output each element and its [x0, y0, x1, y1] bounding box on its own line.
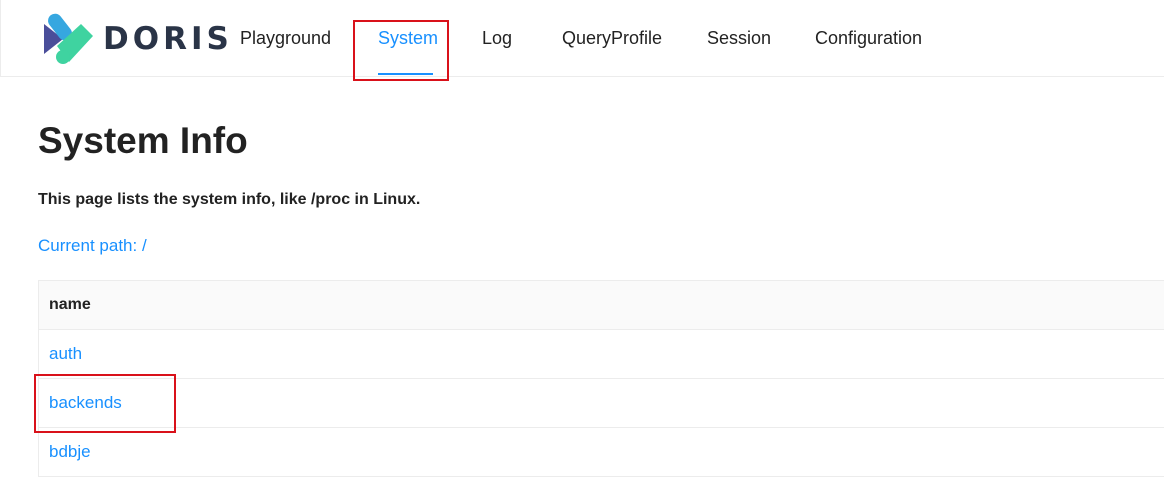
active-tab-indicator — [378, 73, 433, 75]
tab-queryprofile[interactable]: QueryProfile — [562, 28, 662, 49]
tab-system[interactable]: System — [378, 28, 438, 49]
page-description: This page lists the system info, like /p… — [38, 191, 421, 208]
tab-playground[interactable]: Playground — [240, 28, 331, 49]
tab-session[interactable]: Session — [707, 28, 771, 49]
doris-logo-icon — [44, 13, 93, 64]
current-path-link[interactable]: Current path: / — [38, 236, 147, 256]
tab-log[interactable]: Log — [482, 28, 512, 49]
table-header-name[interactable]: name — [39, 281, 1164, 330]
doris-logo[interactable]: DORIS — [41, 10, 229, 68]
table-row-auth[interactable]: auth — [39, 330, 1164, 379]
tab-configuration[interactable]: Configuration — [815, 28, 922, 49]
top-header: DORIS Playground System Log QueryProfile… — [0, 0, 1164, 77]
table-row-bdbje[interactable]: bdbje — [39, 428, 1164, 477]
table-row-backends[interactable]: backends — [39, 379, 1164, 428]
logo-text: DORIS — [103, 21, 233, 57]
page-title: System Info — [38, 120, 248, 161]
system-info-table: name auth backends bdbje — [38, 280, 1164, 477]
